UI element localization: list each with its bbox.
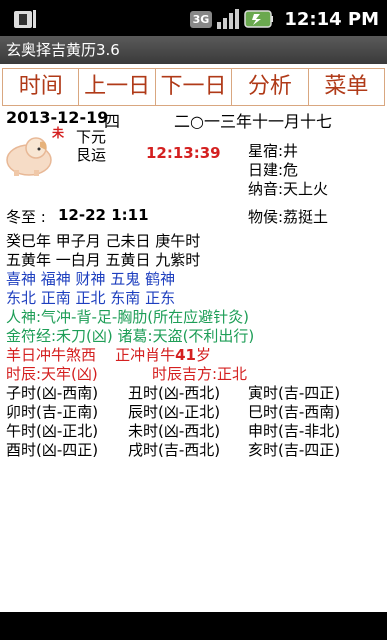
weekday: 四 xyxy=(104,112,121,131)
ganzhi-line: 癸巳年 甲子月 己未日 庚午时 xyxy=(6,232,201,250)
jieqi-label: 冬至 : xyxy=(6,208,46,226)
jinfu-line: 金符经:禾刀(凶) 诸葛:天盗(不利出行) xyxy=(6,327,255,345)
hour-cell: 丑时(凶-西北) xyxy=(128,384,221,402)
signal-icon xyxy=(217,9,240,29)
hour-cell: 午时(凶-正北) xyxy=(6,422,99,440)
shichen-right: 时辰吉方:正北 xyxy=(152,365,248,383)
gods-line: 喜神 福神 财神 五鬼 鹤神 xyxy=(6,270,176,288)
wuhou: 物侯:荔挺土 xyxy=(248,208,329,226)
jieqi-time: 12-22 1:11 xyxy=(58,206,149,224)
next-day-button[interactable]: 下一日 xyxy=(156,69,233,105)
xingxiu: 星宿:井 xyxy=(248,142,299,160)
clock: 12:13:39 xyxy=(146,144,221,162)
hour-cell: 辰时(凶-正北) xyxy=(128,403,221,421)
bottom-bar xyxy=(0,612,387,640)
huang-line: 五黄年 一白月 五黄日 九紫时 xyxy=(6,251,201,269)
shichen-left: 时辰:天牢(凶) xyxy=(6,365,98,383)
sheep-zodiac-icon xyxy=(6,137,52,176)
hour-cell: 卯时(吉-正南) xyxy=(6,403,99,421)
directions-line: 东北 正南 正北 东南 正东 xyxy=(6,289,176,307)
app-title: 玄奥择吉黄历3.6 xyxy=(0,36,387,64)
hour-cell: 戌时(吉-西北) xyxy=(128,441,221,459)
hour-cell: 巳时(吉-西南) xyxy=(248,403,341,421)
hour-cell: 未时(凶-西北) xyxy=(128,422,221,440)
chong-suffix: 岁 xyxy=(195,346,211,364)
zodiac-char: 未 xyxy=(52,126,65,140)
hour-cell: 子时(凶-西南) xyxy=(6,384,99,402)
chong-line: 羊日冲牛煞西 正冲肖牛41岁 xyxy=(6,344,211,365)
status-bar: 3G 12:14 PM xyxy=(0,0,387,36)
rijian: 日建:危 xyxy=(248,161,299,179)
prev-day-button[interactable]: 上一日 xyxy=(79,69,156,105)
hour-cell: 申时(吉-非北) xyxy=(248,422,341,440)
menu-button[interactable]: 菜单 xyxy=(309,69,384,105)
chong-text: 羊日冲牛煞西 正冲肖牛 xyxy=(6,346,176,364)
nayin: 纳音:天上火 xyxy=(248,180,329,198)
notification-icon xyxy=(14,10,36,28)
time-button[interactable]: 时间 xyxy=(3,69,80,105)
renshen-line: 人神:气冲-背-足-胸肋(所在应避针灸) xyxy=(6,308,249,326)
network-3g-icon: 3G xyxy=(189,10,213,28)
hour-cell: 寅时(吉-四正) xyxy=(248,384,341,402)
hour-cell: 亥时(吉-四正) xyxy=(248,441,341,459)
chong-age: 41 xyxy=(175,346,196,364)
hour-cell: 酉时(凶-四正) xyxy=(6,441,99,459)
yun: 艮运 xyxy=(76,146,107,164)
analyze-button[interactable]: 分析 xyxy=(232,69,309,105)
toolbar: 时间 上一日 下一日 分析 菜单 xyxy=(2,68,385,106)
battery-icon xyxy=(244,10,274,28)
lunar-date: 二○一三年十一月十七 xyxy=(174,112,332,131)
status-time: 12:14 PM xyxy=(284,8,379,30)
